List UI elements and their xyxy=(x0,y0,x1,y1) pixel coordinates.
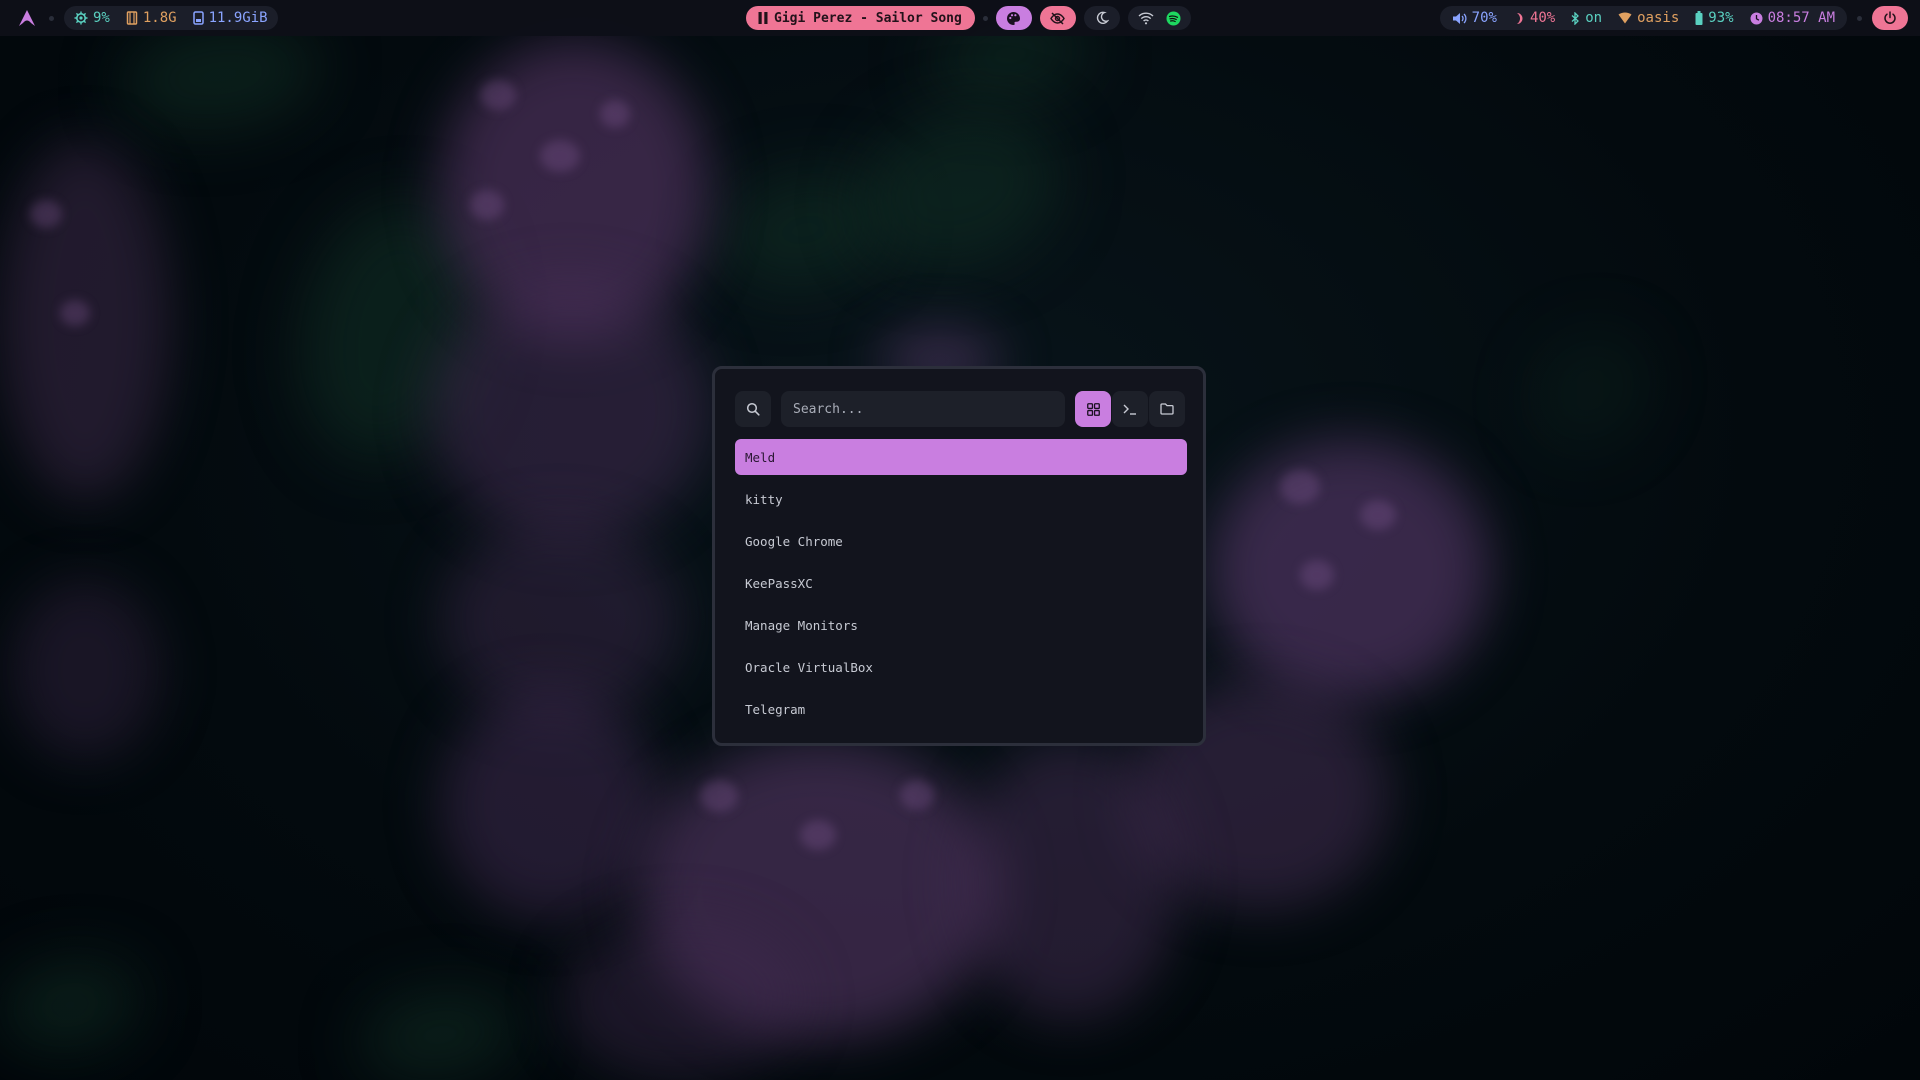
brightness-icon xyxy=(1513,12,1525,25)
battery-icon xyxy=(1695,11,1703,25)
files-mode-button[interactable] xyxy=(1149,391,1185,427)
arch-logo-icon[interactable] xyxy=(17,8,37,28)
bluetooth-value: on xyxy=(1585,10,1603,26)
search-input[interactable] xyxy=(781,391,1065,427)
brightness-value: 40% xyxy=(1529,10,1556,26)
memory-module[interactable]: 1.8G xyxy=(126,10,177,26)
status-pill: 70% 40% on oasis 93% 08:57 AM xyxy=(1439,6,1847,30)
disk-value: 11.9GiB xyxy=(208,10,268,26)
pause-icon[interactable] xyxy=(758,12,768,24)
network-value: oasis xyxy=(1637,10,1680,26)
app-name: Manage Monitors xyxy=(745,617,858,633)
app-name: Meld xyxy=(745,449,776,465)
clock-module[interactable]: 08:57 AM xyxy=(1750,10,1835,26)
separator-dot xyxy=(49,15,54,21)
system-stats-pill: 9% 1.8G 11.9GiB xyxy=(64,6,278,30)
disk-module[interactable]: 11.9GiB xyxy=(192,10,268,26)
app-list-item-meld[interactable]: Meld xyxy=(735,439,1187,475)
app-name: Telegram xyxy=(745,701,806,717)
cpu-module[interactable]: 9% xyxy=(74,10,110,26)
launcher-mode-group xyxy=(1075,391,1185,427)
moon-icon xyxy=(1095,11,1109,25)
speaker-icon xyxy=(1452,12,1467,25)
memory-value: 1.8G xyxy=(142,10,177,26)
media-title: Gigi Perez - Sailor Song xyxy=(774,10,962,26)
separator-dot xyxy=(982,15,988,21)
battery-value: 93% xyxy=(1708,10,1734,26)
palette-icon xyxy=(1006,11,1021,26)
clock-icon xyxy=(1750,12,1763,25)
app-launcher: Meld kitty Google Chrome KeePassXC Manag… xyxy=(712,366,1206,746)
power-button[interactable] xyxy=(1872,6,1908,30)
idle-inhibitor-button[interactable] xyxy=(1039,6,1076,30)
app-list: Meld kitty Google Chrome KeePassXC Manag… xyxy=(735,439,1187,733)
wifi-signal-icon xyxy=(1618,12,1632,24)
night-mode-button[interactable] xyxy=(1083,6,1120,30)
topbar-right: 70% 40% on oasis 93% 08:57 AM xyxy=(1439,0,1908,36)
terminal-icon xyxy=(1123,403,1137,415)
disk-icon xyxy=(192,11,204,25)
apps-grid-icon xyxy=(1086,402,1100,416)
app-name: kitty xyxy=(745,491,783,507)
clock-value: 08:57 AM xyxy=(1767,10,1835,26)
battery-module[interactable]: 93% xyxy=(1695,10,1734,26)
power-icon xyxy=(1883,11,1897,25)
brightness-module[interactable]: 40% xyxy=(1513,10,1555,26)
cpu-value: 9% xyxy=(93,10,110,26)
eye-off-icon xyxy=(1050,11,1066,26)
spotify-icon[interactable] xyxy=(1166,11,1181,26)
tray-pill xyxy=(1127,6,1191,30)
app-list-item-telegram[interactable]: Telegram xyxy=(735,691,1187,727)
topbar-center: Gigi Perez - Sailor Song xyxy=(746,0,1191,36)
app-list-item-manage-monitors[interactable]: Manage Monitors xyxy=(735,607,1187,643)
terminal-mode-button[interactable] xyxy=(1112,391,1148,427)
volume-value: 70% xyxy=(1471,10,1497,26)
volume-module[interactable]: 70% xyxy=(1452,10,1497,26)
topbar-left: 9% 1.8G 11.9GiB xyxy=(17,0,278,36)
app-name: KeePassXC xyxy=(745,575,813,591)
memory-icon xyxy=(126,11,138,25)
cpu-icon xyxy=(74,11,88,25)
bluetooth-icon xyxy=(1571,11,1580,25)
folder-icon xyxy=(1160,403,1174,415)
app-list-item-oracle-virtualbox[interactable]: Oracle VirtualBox xyxy=(735,649,1187,685)
top-bar: 9% 1.8G 11.9GiB Gigi Perez - Sailor Song xyxy=(0,0,1920,36)
search-icon xyxy=(746,402,760,416)
apps-mode-button[interactable] xyxy=(1075,391,1111,427)
search-button[interactable] xyxy=(735,391,771,427)
app-list-item-kitty[interactable]: kitty xyxy=(735,481,1187,517)
wifi-icon[interactable] xyxy=(1138,11,1154,25)
app-name: Oracle VirtualBox xyxy=(745,659,873,675)
app-list-item-google-chrome[interactable]: Google Chrome xyxy=(735,523,1187,559)
launcher-search-row xyxy=(735,391,1185,427)
media-player-pill[interactable]: Gigi Perez - Sailor Song xyxy=(746,6,975,30)
separator-dot xyxy=(1857,15,1862,21)
app-name: Google Chrome xyxy=(745,533,843,549)
theme-button[interactable] xyxy=(995,6,1032,30)
bluetooth-module[interactable]: on xyxy=(1571,10,1602,26)
network-module[interactable]: oasis xyxy=(1618,10,1679,26)
app-list-item-keepassxc[interactable]: KeePassXC xyxy=(735,565,1187,601)
